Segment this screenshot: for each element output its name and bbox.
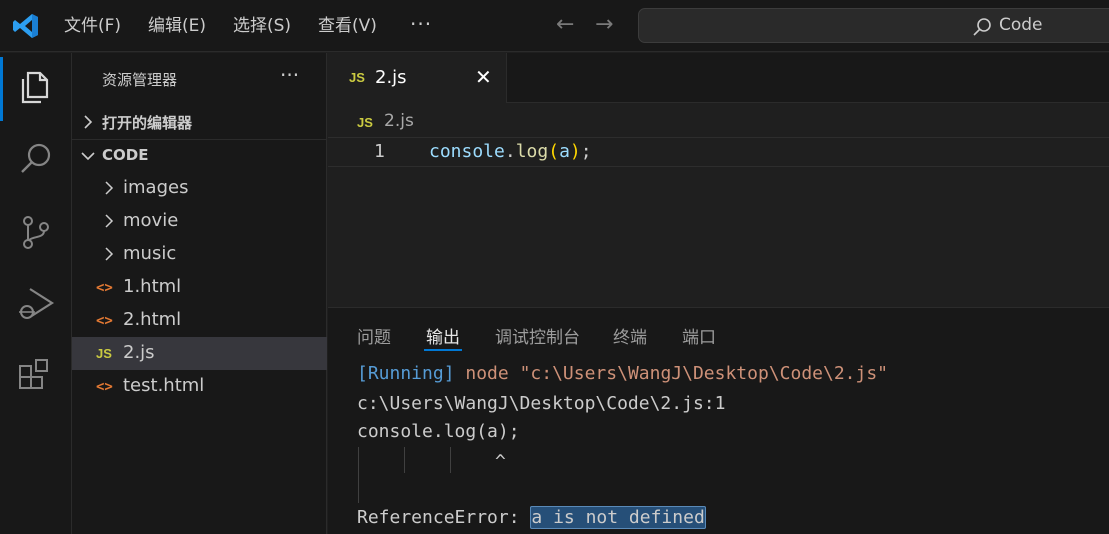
code-token-dot: . bbox=[504, 141, 516, 162]
file-test-html[interactable]: <> test.html bbox=[72, 370, 327, 403]
output-line-source: console.log(a); bbox=[357, 421, 520, 442]
output-line-running: [Running] node "c:\Users\WangJ\Desktop\C… bbox=[357, 363, 888, 384]
folder-movie[interactable]: movie bbox=[72, 205, 327, 238]
tab-problems[interactable]: 问题 bbox=[357, 323, 391, 348]
code-token-semicolon: ; bbox=[580, 141, 592, 162]
code-line-1[interactable]: console.log(a); bbox=[429, 141, 592, 162]
indent-guide bbox=[450, 447, 451, 473]
tree-item-label: 1.html bbox=[123, 276, 182, 297]
line-number: 1 bbox=[374, 141, 385, 162]
tree-item-label: 2.html bbox=[123, 309, 182, 330]
run-debug-icon[interactable] bbox=[14, 281, 58, 325]
code-token-paren-open: ( bbox=[548, 141, 560, 162]
code-token-function: log bbox=[515, 141, 549, 162]
tab-debug-console[interactable]: 调试控制台 bbox=[495, 323, 580, 348]
chevron-right-icon bbox=[105, 214, 114, 228]
chevron-right-icon bbox=[84, 115, 93, 129]
html-file-icon: <> bbox=[96, 379, 113, 395]
tab-ports[interactable]: 端口 bbox=[682, 323, 716, 348]
folder-images[interactable]: images bbox=[72, 172, 327, 205]
tab-label: 2.js bbox=[375, 67, 407, 88]
output-caret: ^ bbox=[495, 451, 506, 472]
source-control-icon[interactable] bbox=[14, 210, 58, 254]
chevron-right-icon bbox=[105, 181, 114, 195]
command-center-search[interactable]: Code bbox=[638, 8, 1109, 43]
search-label: Code bbox=[999, 15, 1043, 35]
running-tag: [Running] bbox=[357, 363, 455, 384]
menu-edit[interactable]: 编辑(E) bbox=[148, 14, 206, 38]
close-icon[interactable]: ✕ bbox=[475, 65, 492, 89]
chevron-right-icon bbox=[105, 247, 114, 261]
search-icon bbox=[973, 18, 991, 36]
file-2-html[interactable]: <> 2.html bbox=[72, 304, 327, 337]
js-file-icon: JS bbox=[357, 115, 373, 130]
tree-item-label: test.html bbox=[123, 375, 205, 396]
error-prefix: ReferenceError: bbox=[357, 507, 531, 528]
selected-text[interactable]: a is not defined bbox=[530, 506, 706, 529]
indent-guide bbox=[358, 447, 359, 503]
running-command: node "c:\Users\WangJ\Desktop\Code\2.js" bbox=[454, 363, 889, 384]
breadcrumb[interactable]: 2.js bbox=[384, 111, 414, 131]
chevron-down-icon bbox=[81, 152, 95, 161]
tab-output[interactable]: 输出 bbox=[426, 323, 460, 348]
workspace-section[interactable]: CODE bbox=[72, 141, 327, 171]
js-file-icon: JS bbox=[349, 70, 365, 85]
editor-tab-bar: JS 2.js ✕ bbox=[328, 53, 1109, 103]
menu-selection[interactable]: 选择(S) bbox=[233, 14, 291, 38]
html-file-icon: <> bbox=[96, 313, 113, 329]
extensions-icon[interactable] bbox=[14, 355, 58, 399]
vscode-logo-icon[interactable] bbox=[12, 12, 40, 40]
code-token-argument: a bbox=[559, 141, 570, 162]
tree-item-label: music bbox=[123, 243, 177, 264]
workspace-label: CODE bbox=[102, 146, 149, 164]
code-token-paren-close: ) bbox=[569, 141, 581, 162]
files-icon[interactable] bbox=[14, 65, 58, 109]
search-icon[interactable] bbox=[14, 137, 58, 181]
tab-terminal[interactable]: 终端 bbox=[613, 323, 647, 348]
code-token-object: console bbox=[429, 141, 505, 162]
indent-guide bbox=[404, 447, 405, 473]
section-divider bbox=[72, 139, 327, 140]
title-bar: 文件(F) 编辑(E) 选择(S) 查看(V) ··· ← → Code bbox=[0, 0, 1109, 52]
tree-item-label: movie bbox=[123, 210, 179, 231]
js-file-icon: JS bbox=[96, 346, 112, 361]
explorer-sidebar: 资源管理器 ··· 打开的编辑器 CODE images movie music… bbox=[72, 53, 327, 534]
menu-view[interactable]: 查看(V) bbox=[318, 14, 377, 38]
html-file-icon: <> bbox=[96, 280, 113, 296]
open-editors-section[interactable]: 打开的编辑器 bbox=[72, 107, 327, 137]
sidebar-title: 资源管理器 bbox=[102, 71, 178, 89]
activity-bar bbox=[0, 53, 72, 534]
tab-2-js[interactable]: JS 2.js ✕ bbox=[328, 53, 507, 103]
tree-item-label: images bbox=[123, 177, 189, 198]
active-indicator bbox=[0, 57, 3, 121]
back-arrow-icon[interactable]: ← bbox=[556, 12, 574, 37]
folder-music[interactable]: music bbox=[72, 238, 327, 271]
tree-item-label: 2.js bbox=[123, 342, 155, 363]
menu-file[interactable]: 文件(F) bbox=[64, 14, 121, 38]
open-editors-label: 打开的编辑器 bbox=[102, 114, 193, 132]
file-1-html[interactable]: <> 1.html bbox=[72, 271, 327, 304]
bottom-panel: 问题 输出 调试控制台 终端 端口 [Running] node "c:\Use… bbox=[328, 307, 1109, 534]
active-tab-underline bbox=[424, 349, 462, 351]
more-menu-button[interactable]: ··· bbox=[410, 12, 432, 36]
output-line-location: c:\Users\WangJ\Desktop\Code\2.js:1 bbox=[357, 393, 726, 414]
sidebar-more-button[interactable]: ··· bbox=[280, 63, 299, 87]
file-2-js[interactable]: JS 2.js bbox=[72, 337, 327, 370]
output-line-error: ReferenceError: a is not defined bbox=[357, 506, 706, 529]
forward-arrow-icon[interactable]: → bbox=[595, 12, 613, 37]
